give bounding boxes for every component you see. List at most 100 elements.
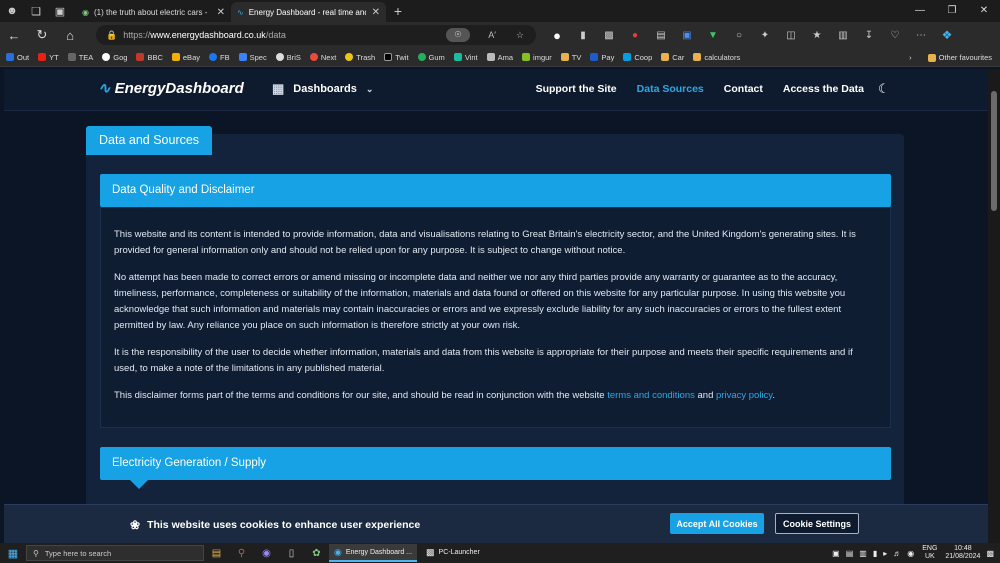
folder-icon bbox=[693, 53, 702, 61]
more-menu-icon[interactable]: ⋯ bbox=[908, 30, 934, 41]
cookie-icon: ❀ bbox=[130, 518, 141, 532]
extension-icon[interactable]: ● bbox=[622, 30, 648, 41]
notifications-icon[interactable]: ▩ bbox=[986, 549, 994, 558]
section-header-disclaimer[interactable]: Data Quality and Disclaimer bbox=[100, 174, 891, 216]
workspaces-icon[interactable]: ❏ bbox=[24, 0, 48, 22]
scrollbar-thumb[interactable] bbox=[991, 91, 997, 211]
heart-icon[interactable]: ♡ bbox=[882, 30, 908, 41]
bookmark-tv[interactable]: TV bbox=[560, 53, 581, 62]
cookie-settings-button[interactable]: Cookie Settings bbox=[775, 513, 859, 534]
dark-mode-toggle-icon[interactable]: ☾ bbox=[878, 81, 890, 97]
extension-icon[interactable]: ▩ bbox=[596, 30, 622, 41]
extension-icon[interactable]: ▮ bbox=[570, 30, 596, 41]
taskbar-window-edge[interactable]: ◉ Energy Dashboard ... bbox=[329, 544, 418, 562]
maps-pin-icon[interactable]: ⚲ bbox=[229, 548, 254, 559]
nav-contact[interactable]: Contact bbox=[724, 83, 763, 95]
url-input[interactable]: 🔒 https://www.energydashboard.co.uk/data… bbox=[96, 25, 536, 45]
bookmark-twit[interactable]: Twit bbox=[384, 53, 409, 62]
collections-icon[interactable]: ▥ bbox=[830, 30, 856, 41]
network-icon[interactable]: ▸ bbox=[883, 549, 887, 558]
bookmark-bbc[interactable]: BBC bbox=[136, 53, 163, 62]
language-indicator[interactable]: ENG UK bbox=[922, 545, 937, 561]
bookmark-imgur[interactable]: imgur bbox=[522, 53, 552, 62]
other-favourites[interactable]: Other favourites bbox=[927, 53, 992, 62]
tray-app-icon[interactable]: ▤ bbox=[846, 549, 854, 558]
bookmark-ebay[interactable]: eBay bbox=[171, 53, 200, 62]
bookmark-vint[interactable]: Vint bbox=[453, 53, 478, 62]
folder-icon bbox=[560, 53, 569, 61]
bookmark-pay[interactable]: Pay bbox=[590, 53, 614, 62]
maximize-icon[interactable]: ❐ bbox=[936, 0, 968, 22]
home-icon[interactable]: ⌂ bbox=[56, 28, 84, 43]
close-tab-icon[interactable]: ✕ bbox=[372, 7, 380, 18]
section-header-generation[interactable]: Electricity Generation / Supply bbox=[100, 447, 891, 489]
bookmark-spec[interactable]: Spec bbox=[238, 53, 267, 62]
clock[interactable]: 10:48 21/08/2024 bbox=[945, 545, 980, 561]
site-logo[interactable]: ∿ EnergyDashboard bbox=[98, 79, 244, 98]
extension-icon[interactable]: ○ bbox=[726, 30, 752, 41]
profile-circle-icon[interactable]: ● bbox=[544, 28, 570, 43]
dashboards-menu[interactable]: ▦ Dashboards ⌄ bbox=[272, 81, 373, 97]
extensions-puzzle-icon[interactable]: ✦ bbox=[752, 30, 778, 41]
bookmark-tea[interactable]: TEA bbox=[67, 53, 93, 62]
page-scrollbar[interactable] bbox=[988, 69, 1000, 543]
volume-icon[interactable]: ♬ bbox=[893, 549, 901, 558]
tray-app-icon[interactable]: ◉ bbox=[907, 549, 914, 558]
tab-energy-dashboard[interactable]: ∿ Energy Dashboard - real time and ✕ bbox=[231, 2, 386, 22]
bookmark-out[interactable]: Out bbox=[6, 53, 29, 62]
nav-access-the-data[interactable]: Access the Data bbox=[783, 83, 864, 95]
bookmark-gum[interactable]: Gum bbox=[417, 53, 445, 62]
tray-app-icon[interactable]: ▮ bbox=[873, 549, 877, 558]
bookmark-icon bbox=[38, 53, 47, 61]
downloads-icon[interactable]: ↧ bbox=[856, 30, 882, 41]
translate-icon[interactable]: ▣ bbox=[674, 30, 700, 41]
notepad-icon[interactable]: ▯ bbox=[279, 548, 304, 559]
tab-electric-cars[interactable]: ◉ (1) the truth about electric cars - ✕ bbox=[76, 2, 231, 22]
split-screen-icon[interactable]: ◫ bbox=[778, 30, 804, 41]
nav-support-the-site[interactable]: Support the Site bbox=[536, 83, 617, 95]
bookmark-car[interactable]: Car bbox=[661, 53, 684, 62]
bookmark-icon bbox=[623, 53, 632, 61]
back-icon[interactable]: ← bbox=[0, 28, 28, 43]
close-tab-icon[interactable]: ✕ bbox=[217, 7, 225, 18]
bookmark-next[interactable]: Next bbox=[309, 53, 336, 62]
file-explorer-icon[interactable]: ▤ bbox=[204, 548, 229, 559]
privacy-policy-link[interactable]: privacy policy bbox=[716, 390, 772, 401]
profile-avatar-icon[interactable]: ☻ bbox=[0, 0, 24, 22]
bookmark-icon bbox=[102, 53, 111, 61]
bookmark-yt[interactable]: YT bbox=[38, 53, 59, 62]
accept-all-cookies-button[interactable]: Accept All Cookies bbox=[670, 513, 764, 534]
bookmark-coop[interactable]: Coop bbox=[623, 53, 652, 62]
tray-app-icon[interactable]: ▣ bbox=[832, 549, 840, 558]
shield-icon[interactable]: ▼ bbox=[700, 30, 726, 41]
media-player-icon[interactable]: ◉ bbox=[254, 548, 279, 559]
cookie-banner: ❀ This website uses cookies to enhance u… bbox=[4, 504, 988, 543]
close-window-icon[interactable]: ✕ bbox=[968, 0, 1000, 22]
bookmark-calculators[interactable]: calculators bbox=[693, 53, 740, 62]
logo-pulse-icon: ∿ bbox=[98, 80, 111, 97]
tray-app-icon[interactable]: ▥ bbox=[859, 549, 867, 558]
extension-icon[interactable]: ▤ bbox=[648, 30, 674, 41]
minimize-icon[interactable]: — bbox=[904, 0, 936, 22]
copilot-icon[interactable]: ❖ bbox=[934, 28, 960, 42]
refresh-icon[interactable]: ↻ bbox=[28, 27, 56, 43]
chevron-right-icon[interactable]: › bbox=[909, 53, 912, 62]
windows-start-icon[interactable]: ▦ bbox=[0, 547, 26, 560]
site-navbar: ∿ EnergyDashboard ▦ Dashboards ⌄ Support… bbox=[4, 69, 988, 111]
tracking-prevention-icon[interactable]: ☉ bbox=[446, 28, 470, 42]
new-tab-icon[interactable]: + bbox=[386, 0, 410, 22]
app-icon[interactable]: ✿ bbox=[304, 548, 329, 559]
bookmark-ama[interactable]: Ama bbox=[486, 53, 513, 62]
nav-data-sources[interactable]: Data Sources bbox=[637, 83, 704, 95]
bookmark-trash[interactable]: Trash bbox=[345, 53, 375, 62]
favorite-star-icon[interactable]: ☆ bbox=[516, 30, 524, 41]
bookmark-bris[interactable]: BriS bbox=[275, 53, 301, 62]
terms-and-conditions-link[interactable]: terms and conditions bbox=[607, 390, 695, 401]
taskbar-search-input[interactable]: ⚲ Type here to search bbox=[26, 545, 204, 561]
read-aloud-icon[interactable]: A′ bbox=[488, 30, 496, 40]
bookmark-fb[interactable]: FB bbox=[209, 53, 230, 62]
tab-actions-icon[interactable]: ▣ bbox=[48, 0, 72, 22]
favorites-icon[interactable]: ★ bbox=[804, 30, 830, 41]
bookmark-gog[interactable]: Gog bbox=[102, 53, 127, 62]
taskbar-window-pc-launcher[interactable]: ▩ PC-Launcher bbox=[421, 544, 485, 562]
